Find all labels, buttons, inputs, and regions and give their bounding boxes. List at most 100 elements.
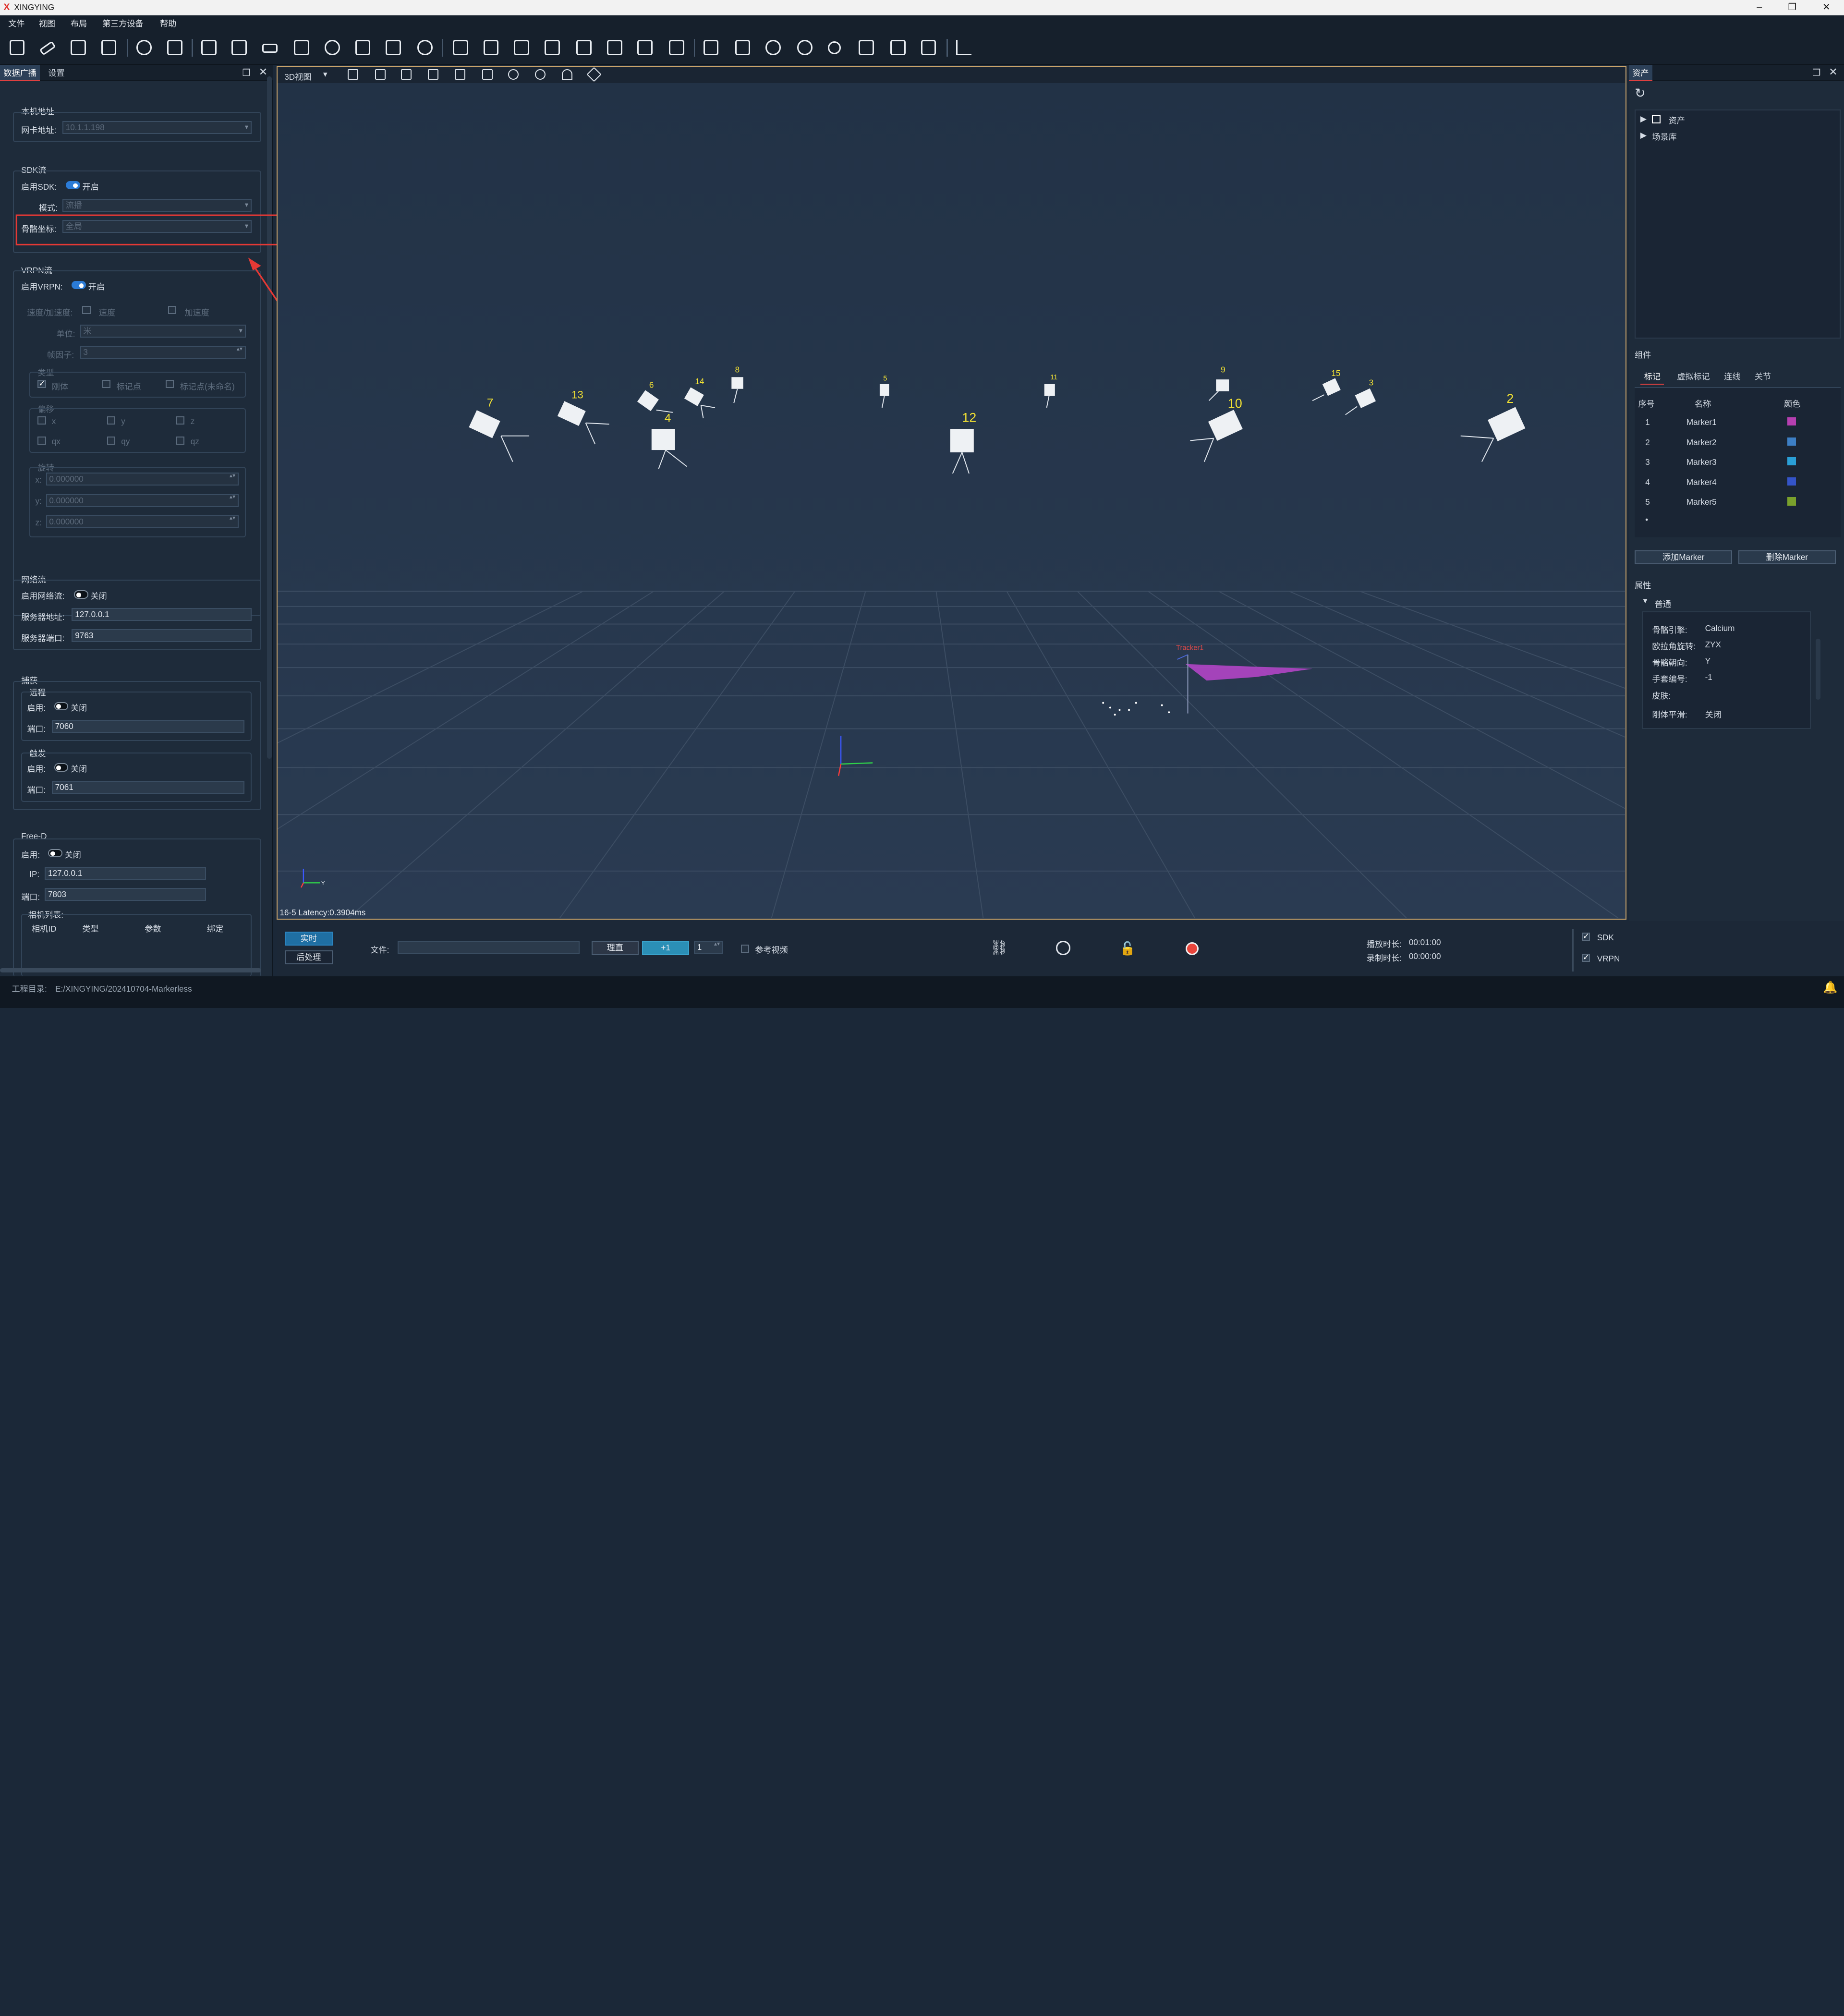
viewport-toolbar: 3D视图 ▾ — [277, 67, 1626, 84]
sdk-checkbox[interactable] — [1581, 931, 1590, 941]
camera-4-label: 4 — [664, 412, 671, 425]
step-spinbox[interactable]: 1 — [693, 941, 724, 954]
row-color-swatch[interactable] — [1787, 437, 1796, 446]
comp-tab-joints[interactable]: 关节 — [1751, 369, 1775, 385]
tree-item-scene-library[interactable]: 场景库 — [1652, 130, 1676, 142]
camera-7-label: 7 — [486, 397, 493, 410]
assets-panel: 资产 ❐ ✕ ↻ ▶ 资产 ▶ 场景库 组件 标记 虚拟标记 连线 关节 序号 … — [1628, 64, 1844, 976]
row-color-swatch[interactable] — [1787, 457, 1796, 466]
table-row[interactable]: 5 Marker5 — [1635, 494, 1841, 512]
camera-14[interactable]: 14 — [684, 376, 715, 419]
reset-view-icon[interactable] — [508, 69, 519, 80]
record-duration-value: 00:00:00 — [1408, 951, 1441, 961]
camera-6[interactable]: 6 — [637, 380, 673, 413]
comp-tab-links[interactable]: 连线 — [1721, 369, 1744, 385]
prop-value[interactable]: Calcium — [1705, 623, 1735, 633]
stream-status-box: SDK VRPN — [1572, 921, 1844, 976]
post-process-button[interactable]: 后处理 — [284, 950, 333, 965]
play-duration-value: 00:01:00 — [1408, 937, 1441, 947]
table-row[interactable]: 3 Marker3 — [1635, 454, 1841, 473]
project-dir-path: E:/XINGYING/202410704-Markerless — [55, 984, 192, 994]
camera-13-label: 13 — [571, 389, 583, 401]
tab-assets[interactable]: 资产 — [1628, 64, 1652, 81]
delete-marker-button[interactable]: 删除Marker — [1738, 550, 1836, 565]
highlight-box — [15, 214, 286, 245]
camera-7[interactable]: 7 — [468, 397, 529, 462]
row-name: Marker2 — [1686, 437, 1717, 447]
row-index: 4 — [1645, 477, 1650, 487]
camera-4[interactable]: 4 — [651, 412, 687, 470]
row-index: 3 — [1645, 457, 1650, 467]
view-right-icon[interactable] — [427, 69, 438, 80]
comp-tab-markers[interactable]: 标记 — [1640, 369, 1664, 385]
camera-8-label: 8 — [735, 365, 740, 375]
table-row[interactable]: 4 Marker4 — [1635, 474, 1841, 492]
camera-10-label: 10 — [1227, 396, 1242, 411]
camera-12-label: 12 — [962, 411, 976, 425]
prop-value[interactable]: Y — [1705, 656, 1711, 666]
info-icon[interactable] — [534, 69, 546, 80]
pointer-icon[interactable] — [586, 67, 602, 82]
view-left-icon[interactable] — [400, 69, 412, 80]
world-origin-axes — [837, 736, 873, 777]
right-panel-tabs: 资产 ❐ ✕ — [1628, 64, 1844, 81]
reference-video-checkbox[interactable] — [740, 944, 749, 953]
view-back-icon[interactable] — [375, 69, 386, 80]
annotation-arrow-head — [248, 257, 261, 271]
properties-group-normal: 普通 — [1654, 599, 1671, 609]
row-color-swatch[interactable] — [1787, 477, 1796, 486]
vrpn-checkbox[interactable] — [1581, 952, 1590, 962]
camera-3[interactable]: 3 — [1345, 378, 1376, 415]
tracker-object[interactable]: Tracker1 — [1176, 644, 1312, 714]
camera-5[interactable]: 5 — [879, 375, 889, 408]
camera-15-label: 15 — [1331, 368, 1340, 378]
notification-bell-icon[interactable]: 🔔 — [1823, 975, 1837, 1001]
prop-label: 骨骼朝向: — [1652, 658, 1687, 668]
tree-expand-icon[interactable]: ▶ — [1640, 114, 1647, 124]
camera-12[interactable]: 12 — [950, 411, 976, 474]
camera-15[interactable]: 15 — [1312, 368, 1341, 401]
add-marker-button[interactable]: 添加Marker — [1635, 550, 1733, 565]
scene-canvas[interactable]: 7 13 6 14 4 8 5 12 11 9 10 15 3 2 Tracke… — [277, 83, 1626, 919]
tree-expand-icon[interactable]: ▶ — [1640, 130, 1647, 140]
camera-11[interactable]: 11 — [1044, 374, 1057, 408]
play-icon[interactable] — [1056, 941, 1070, 955]
record-icon[interactable] — [1185, 942, 1199, 955]
camera-8[interactable]: 8 — [731, 365, 743, 403]
close-panel-icon[interactable]: ✕ — [1829, 66, 1837, 78]
view-mode-select[interactable]: 3D视图 — [284, 70, 311, 82]
unlock-icon[interactable]: 🔓 — [1119, 941, 1136, 956]
properties-scrollbar[interactable] — [1816, 638, 1821, 700]
row-color-swatch[interactable] — [1787, 417, 1796, 426]
prop-value[interactable]: 关闭 — [1705, 708, 1722, 720]
step-plus-button[interactable]: +1 — [642, 941, 690, 955]
view-front-icon[interactable] — [348, 69, 359, 80]
manage-button[interactable]: 理直 — [591, 941, 639, 955]
asset-tree: ▶ 资产 ▶ 场景库 — [1635, 109, 1841, 339]
refresh-icon[interactable]: ↻ — [1635, 86, 1646, 101]
view-top-icon[interactable] — [455, 69, 466, 80]
chevron-down-icon[interactable]: ▾ — [323, 69, 328, 79]
comp-tab-virtual-markers[interactable]: 虚拟标记 — [1674, 369, 1713, 385]
prop-value[interactable]: ZYX — [1705, 640, 1721, 650]
chevron-down-icon[interactable]: ▼ — [1642, 597, 1649, 605]
prop-value[interactable]: -1 — [1705, 672, 1712, 682]
link-icon[interactable]: ⛓ — [990, 940, 1008, 956]
row-color-swatch[interactable] — [1787, 497, 1796, 506]
camera-2[interactable]: 2 — [1460, 392, 1525, 462]
3d-viewport[interactable]: 3D视图 ▾ 7 13 6 14 4 8 5 12 11 9 10 15 3 2… — [276, 66, 1626, 920]
table-row[interactable]: 1 Marker1 — [1635, 414, 1841, 433]
file-input[interactable] — [397, 941, 580, 954]
table-row[interactable]: 2 Marker2 — [1635, 434, 1841, 452]
camera-9[interactable]: 9 — [1208, 365, 1229, 401]
realtime-button[interactable]: 实时 — [284, 931, 333, 946]
float-panel-icon[interactable]: ❐ — [1812, 67, 1821, 79]
skeleton-icon[interactable] — [562, 69, 573, 80]
view-bottom-icon[interactable] — [482, 69, 493, 80]
tree-item-assets[interactable]: 资产 — [1669, 114, 1685, 126]
folder-icon — [1652, 115, 1661, 123]
camera-13[interactable]: 13 — [557, 389, 609, 445]
col-name: 名称 — [1694, 399, 1711, 409]
col-index: 序号 — [1638, 399, 1655, 409]
camera-10[interactable]: 10 — [1189, 396, 1243, 462]
